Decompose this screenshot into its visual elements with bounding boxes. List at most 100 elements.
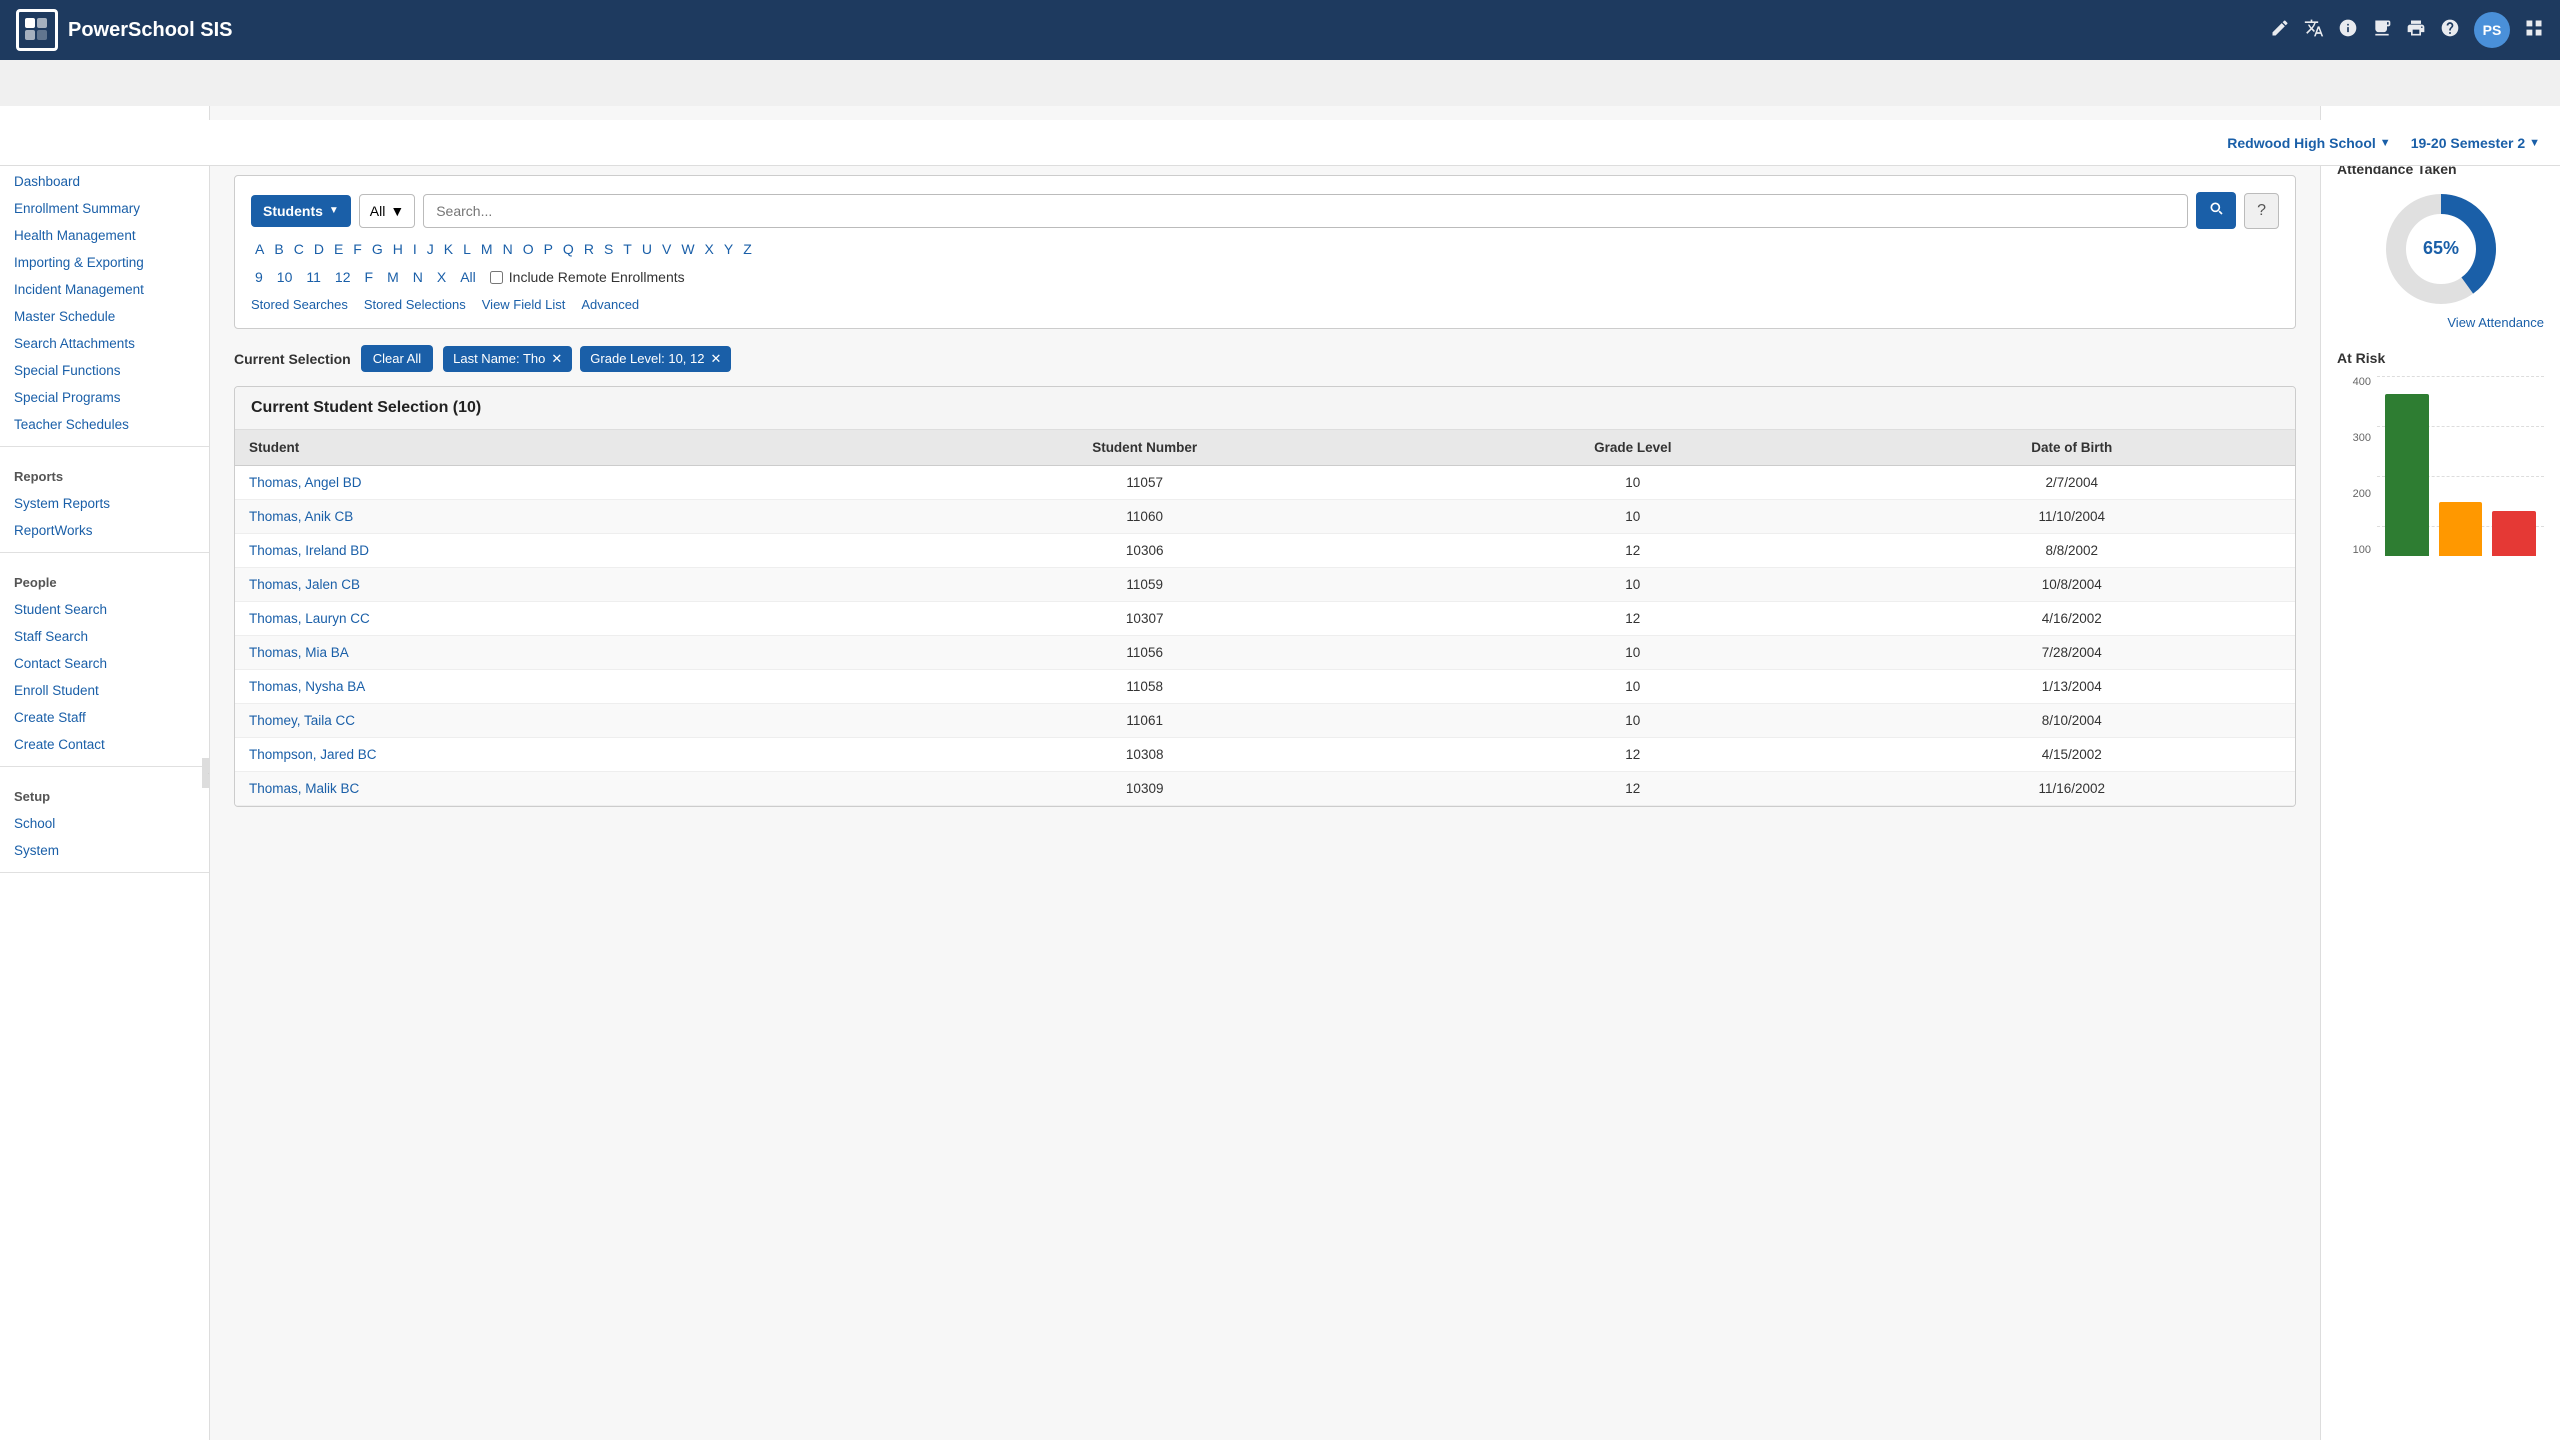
alpha-link-F[interactable]: F [349,239,366,259]
app-logo[interactable]: PowerSchool SIS [16,9,232,51]
include-remote-checkbox[interactable] [490,271,503,284]
alpha-link-W[interactable]: W [677,239,698,259]
alpha-link-P[interactable]: P [540,239,557,259]
grade-dropdown[interactable]: All ▼ [359,194,415,228]
sidebar-item-importing-exporting[interactable]: Importing & Exporting [0,249,209,276]
alpha-link-V[interactable]: V [658,239,675,259]
grade-link-10[interactable]: 10 [273,267,297,287]
alpha-link-H[interactable]: H [389,239,407,259]
alpha-link-Y[interactable]: Y [720,239,737,259]
student-link-1[interactable]: Thomas, Anik CB [249,509,353,524]
translate-icon[interactable] [2304,18,2324,43]
sidebar-item-contact-search[interactable]: Contact Search [0,650,209,677]
alpha-link-X[interactable]: X [701,239,718,259]
search-help-button[interactable]: ? [2244,193,2279,229]
grade-cell: 12 [1417,772,1848,806]
sidebar-item-system[interactable]: System [0,837,209,864]
sidebar-item-special-programs[interactable]: Special Programs [0,384,209,411]
alpha-link-R[interactable]: R [580,239,598,259]
alpha-link-C[interactable]: C [290,239,308,259]
grade-link-M[interactable]: M [383,267,403,287]
sidebar-item-system-reports[interactable]: System Reports [0,490,209,517]
student-link-5[interactable]: Thomas, Mia BA [249,645,349,660]
col-grade-level: Grade Level [1417,430,1848,466]
alpha-link-A[interactable]: A [251,239,268,259]
type-dropdown[interactable]: Students ▼ [251,195,351,227]
alpha-link-I[interactable]: I [409,239,421,259]
grade-link-12[interactable]: 12 [331,267,355,287]
sidebar-item-enroll-student[interactable]: Enroll Student [0,677,209,704]
sidebar-item-special-functions[interactable]: Special Functions [0,357,209,384]
grade-link-9[interactable]: 9 [251,267,267,287]
sidebar-item-health-management[interactable]: Health Management [0,222,209,249]
sidebar-item-create-contact[interactable]: Create Contact [0,731,209,758]
alpha-link-M[interactable]: M [477,239,497,259]
alpha-link-D[interactable]: D [310,239,328,259]
edit-icon[interactable] [2270,18,2290,43]
advanced-link[interactable]: Advanced [581,297,639,312]
alpha-link-G[interactable]: G [368,239,387,259]
quick-data-panel: Quick Data ⚙ Attendance Taken 65% View A… [2320,106,2560,1440]
alpha-link-J[interactable]: J [423,239,438,259]
sidebar-item-incident-management[interactable]: Incident Management [0,276,209,303]
user-avatar[interactable]: PS [2474,12,2510,48]
alpha-link-U[interactable]: U [638,239,656,259]
school-selector[interactable]: Redwood High School ▼ [2227,135,2390,151]
student-link-4[interactable]: Thomas, Lauryn CC [249,611,370,626]
info-icon[interactable] [2338,18,2358,43]
grade-cell: 12 [1417,602,1848,636]
data-icon[interactable] [2372,18,2392,43]
table-row: Thompson, Jared BC10308124/15/2002 [235,738,2295,772]
student-link-2[interactable]: Thomas, Ireland BD [249,543,369,558]
alpha-link-Q[interactable]: Q [559,239,578,259]
filter-lastname-close[interactable]: ✕ [551,351,562,367]
at-risk-title: At Risk [2337,350,2544,366]
student-link-8[interactable]: Thompson, Jared BC [249,747,377,762]
sidebar-item-search-attachments[interactable]: Search Attachments [0,330,209,357]
help-icon[interactable] [2440,18,2460,43]
grade-link-X[interactable]: X [433,267,450,287]
sidebar-item-teacher-schedules[interactable]: Teacher Schedules [0,411,209,438]
sidebar-item-dashboard[interactable]: Dashboard [0,168,209,195]
semester-selector[interactable]: 19-20 Semester 2 ▼ [2411,135,2540,151]
search-button[interactable] [2196,192,2236,229]
search-input[interactable] [423,194,2188,228]
view-field-list-link[interactable]: View Field List [482,297,566,312]
alpha-link-B[interactable]: B [270,239,287,259]
student-number-cell: 11057 [872,466,1417,500]
current-selection-label: Current Selection [234,351,351,367]
stored-selections-link[interactable]: Stored Selections [364,297,466,312]
alpha-link-N[interactable]: N [499,239,517,259]
alpha-link-L[interactable]: L [459,239,475,259]
grade-link-N[interactable]: N [409,267,427,287]
print-icon[interactable] [2406,18,2426,43]
grid-icon[interactable] [2524,18,2544,43]
student-link-7[interactable]: Thomey, Taila CC [249,713,355,728]
sidebar-collapse[interactable]: ‹ [202,758,210,788]
alpha-link-K[interactable]: K [440,239,457,259]
student-link-6[interactable]: Thomas, Nysha BA [249,679,365,694]
student-link-3[interactable]: Thomas, Jalen CB [249,577,360,592]
sidebar-item-school[interactable]: School [0,810,209,837]
sidebar-item-enrollment-summary[interactable]: Enrollment Summary [0,195,209,222]
alpha-link-S[interactable]: S [600,239,617,259]
student-link-0[interactable]: Thomas, Angel BD [249,475,362,490]
sidebar-item-create-staff[interactable]: Create Staff [0,704,209,731]
alpha-link-O[interactable]: O [519,239,538,259]
grade-link-11[interactable]: 11 [302,267,325,287]
sidebar-item-master-schedule[interactable]: Master Schedule [0,303,209,330]
student-link-9[interactable]: Thomas, Malik BC [249,781,359,796]
grade-link-All[interactable]: All [456,267,480,287]
dob-cell: 2/7/2004 [1848,466,2295,500]
sidebar-item-staff-search[interactable]: Staff Search [0,623,209,650]
alpha-link-E[interactable]: E [330,239,347,259]
grade-link-F[interactable]: F [361,267,378,287]
view-attendance-link[interactable]: View Attendance [2337,315,2544,330]
sidebar-item-student-search[interactable]: Student Search [0,596,209,623]
filter-gradelevel-close[interactable]: ✕ [711,351,722,367]
sidebar-item-reportworks[interactable]: ReportWorks [0,517,209,544]
clear-all-button[interactable]: Clear All [361,345,433,372]
alpha-link-Z[interactable]: Z [739,239,756,259]
alpha-link-T[interactable]: T [619,239,636,259]
stored-searches-link[interactable]: Stored Searches [251,297,348,312]
